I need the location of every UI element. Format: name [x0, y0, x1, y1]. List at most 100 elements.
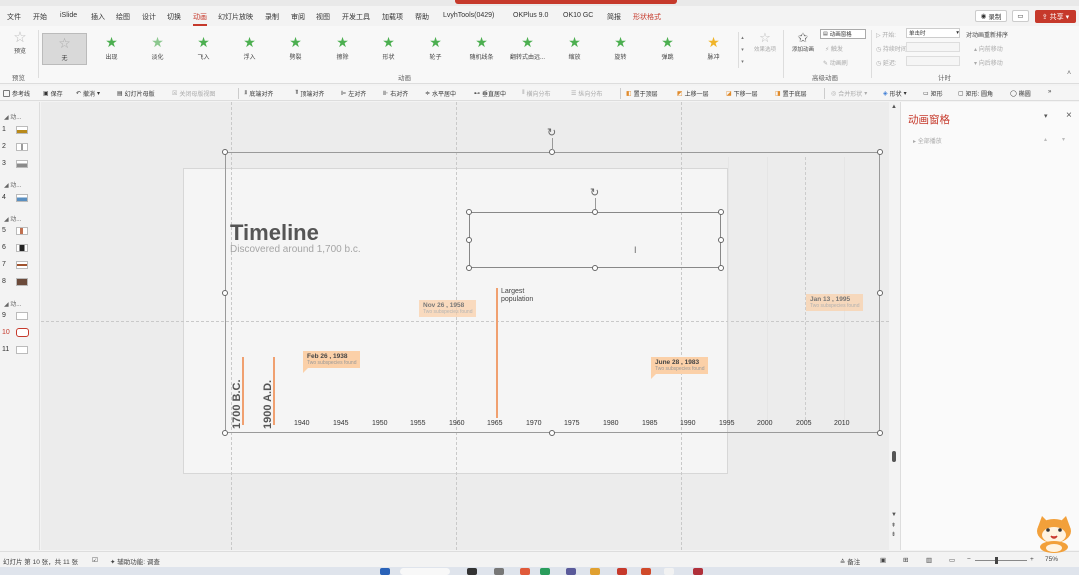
menu-islide[interactable]: iSlide [60, 12, 77, 19]
comment-button[interactable]: ▭ [1012, 10, 1029, 22]
slide-master-button[interactable]: ▤ 幻灯片母版 [117, 89, 155, 98]
align-middle-button[interactable]: ⊷ 垂直居中 [474, 89, 506, 98]
slide-thumbnail[interactable] [16, 160, 28, 168]
add-animation-button[interactable]: ✩ 添加动画 [788, 30, 818, 53]
play-all-button[interactable]: ▸ 全部播放 [913, 136, 942, 145]
scroll-thumb[interactable] [892, 451, 896, 462]
undo-button[interactable]: ↶ 撤消 ▾ [76, 89, 100, 98]
bring-to-front-button[interactable]: ◧ 置于顶层 [626, 89, 658, 98]
menu-brief[interactable]: 简报 [607, 12, 621, 22]
next-slide-icon[interactable]: ⇟ [891, 531, 896, 538]
menu-shape-format[interactable]: 形状格式 [633, 12, 661, 22]
taskbar-app-icon[interactable] [641, 568, 651, 575]
slide-thumbnail[interactable] [16, 261, 28, 269]
taskbar-app-icon[interactable] [617, 568, 627, 575]
slide-thumbnail[interactable] [16, 278, 28, 286]
send-to-back-button[interactable]: ◨ 置于底层 [775, 89, 807, 98]
resize-handle[interactable] [877, 430, 883, 436]
menu-record[interactable]: 录制 [265, 12, 279, 22]
slideshow-icon[interactable]: ▭ [949, 556, 955, 564]
align-right-button[interactable]: ⊪ 右对齐 [383, 89, 408, 98]
align-center-button[interactable]: ≑ 水平居中 [425, 89, 456, 98]
slide-thumbnail[interactable] [16, 312, 28, 320]
effect-swivel[interactable]: ★ 旋转 [598, 33, 643, 65]
menu-view[interactable]: 视图 [316, 12, 330, 22]
rounded-rectangle-button[interactable]: ▢ 矩形: 圆角 [958, 89, 993, 98]
menu-ok10gc[interactable]: OK10 GC [563, 12, 593, 19]
menu-animations[interactable]: 动画 [193, 12, 207, 26]
align-bottom-button[interactable]: ⫫ 底端对齐 [244, 89, 273, 98]
section-header[interactable]: ◢ 动... [4, 299, 21, 308]
taskbar-app-icon[interactable] [520, 568, 530, 575]
zoom-level[interactable]: 75% [1045, 556, 1058, 563]
section-header[interactable]: ◢ 动... [4, 214, 21, 223]
align-left-button[interactable]: ⊫ 左对齐 [341, 89, 366, 98]
text-box-selection[interactable] [469, 212, 721, 268]
menu-transitions[interactable]: 切换 [167, 12, 181, 22]
resize-handle[interactable] [222, 430, 228, 436]
zoom-slider[interactable] [975, 560, 1027, 561]
effect-fly-in[interactable]: ★ 飞入 [181, 33, 226, 65]
menu-design[interactable]: 设计 [142, 12, 156, 22]
previous-slide-icon[interactable]: ⇞ [891, 522, 896, 529]
effect-bounce[interactable]: ★ 弹跳 [645, 33, 690, 65]
effect-float-in[interactable]: ★ 浮入 [227, 33, 272, 65]
taskbar-app-icon[interactable] [494, 568, 504, 575]
taskbar-app-icon[interactable] [590, 568, 600, 575]
animation-painter-button[interactable]: ✎ 动画刷 [823, 58, 848, 67]
resize-handle[interactable] [877, 290, 883, 296]
rectangle-button[interactable]: ▭ 矩形 [923, 89, 943, 98]
resize-handle[interactable] [466, 265, 472, 271]
effect-fade[interactable]: ★ 淡化 [135, 33, 180, 65]
zoom-slider-thumb[interactable] [995, 557, 998, 564]
close-master-button[interactable]: ☒ 关闭母版视图 [172, 89, 215, 98]
effect-zoom[interactable]: ★ 缩放 [552, 33, 597, 65]
effect-appear[interactable]: ★ 出现 [89, 33, 134, 65]
resize-handle[interactable] [466, 209, 472, 215]
accessibility-status[interactable]: ✦ 辅助功能: 调查 [110, 556, 160, 566]
menu-slideshow[interactable]: 幻灯片放映 [218, 12, 253, 22]
effect-pulse[interactable]: ★ 脉冲 [691, 33, 736, 65]
move-up-icon[interactable]: ▴ [1044, 136, 1047, 143]
effect-grow-turn[interactable]: ★ 翻转式由远... [505, 33, 550, 65]
effect-shape[interactable]: ★ 形状 [366, 33, 411, 65]
start-icon[interactable] [380, 568, 390, 575]
slide-thumbnail[interactable] [16, 143, 28, 151]
delay-input[interactable] [906, 56, 960, 66]
more-icon[interactable]: » [1048, 89, 1051, 95]
rotate-handle-icon[interactable]: ↻ [590, 186, 599, 199]
slide-thumbnail-active[interactable] [16, 328, 29, 337]
resize-handle[interactable] [592, 209, 598, 215]
resize-handle[interactable] [222, 290, 228, 296]
share-button[interactable]: ⇪ 共享 ▾ [1035, 10, 1076, 23]
record-button[interactable]: ◉ 录制 [975, 10, 1007, 22]
move-later-button[interactable]: ▾ 向后移动 [974, 58, 1003, 67]
send-backward-button[interactable]: ◪ 下移一层 [726, 89, 758, 98]
vertical-scrollbar[interactable]: ▲ ▼ ⇞ ⇟ [889, 102, 899, 550]
menu-home[interactable]: 开始 [33, 12, 47, 22]
slide-thumbnail[interactable] [16, 194, 28, 202]
effect-split[interactable]: ★ 劈裂 [273, 33, 318, 65]
taskbar-app-icon[interactable] [540, 568, 550, 575]
menu-okplus[interactable]: OKPlus 9.0 [513, 12, 548, 19]
scroll-down-icon[interactable]: ▼ [891, 512, 897, 518]
bring-forward-button[interactable]: ◩ 上移一层 [677, 89, 709, 98]
section-header[interactable]: ◢ 动... [4, 180, 21, 189]
collapse-ribbon-icon[interactable]: ˄ [1067, 70, 1071, 77]
menu-addins[interactable]: 加载项 [382, 12, 403, 22]
taskbar-app-icon[interactable] [566, 568, 576, 575]
taskbar-app-icon[interactable] [693, 568, 703, 575]
menu-file[interactable]: 文件 [7, 12, 21, 22]
effect-none[interactable]: ☆ 无 [42, 33, 87, 65]
ellipse-button[interactable]: ◯ 椭圆 [1010, 89, 1031, 98]
notes-button[interactable]: ≙ 备注 [840, 556, 860, 566]
pane-options-icon[interactable]: ▾ [1044, 112, 1048, 120]
normal-view-icon[interactable]: ▣ [880, 556, 886, 564]
merge-shapes-button[interactable]: ◎ 合并形状 ▾ [831, 89, 867, 98]
zoom-out-icon[interactable]: − [967, 556, 971, 563]
taskbar-app-icon[interactable] [664, 568, 674, 575]
resize-handle[interactable] [877, 149, 883, 155]
resize-handle[interactable] [466, 237, 472, 243]
effect-wipe[interactable]: ★ 擦除 [320, 33, 365, 65]
menu-insert[interactable]: 插入 [91, 12, 105, 22]
